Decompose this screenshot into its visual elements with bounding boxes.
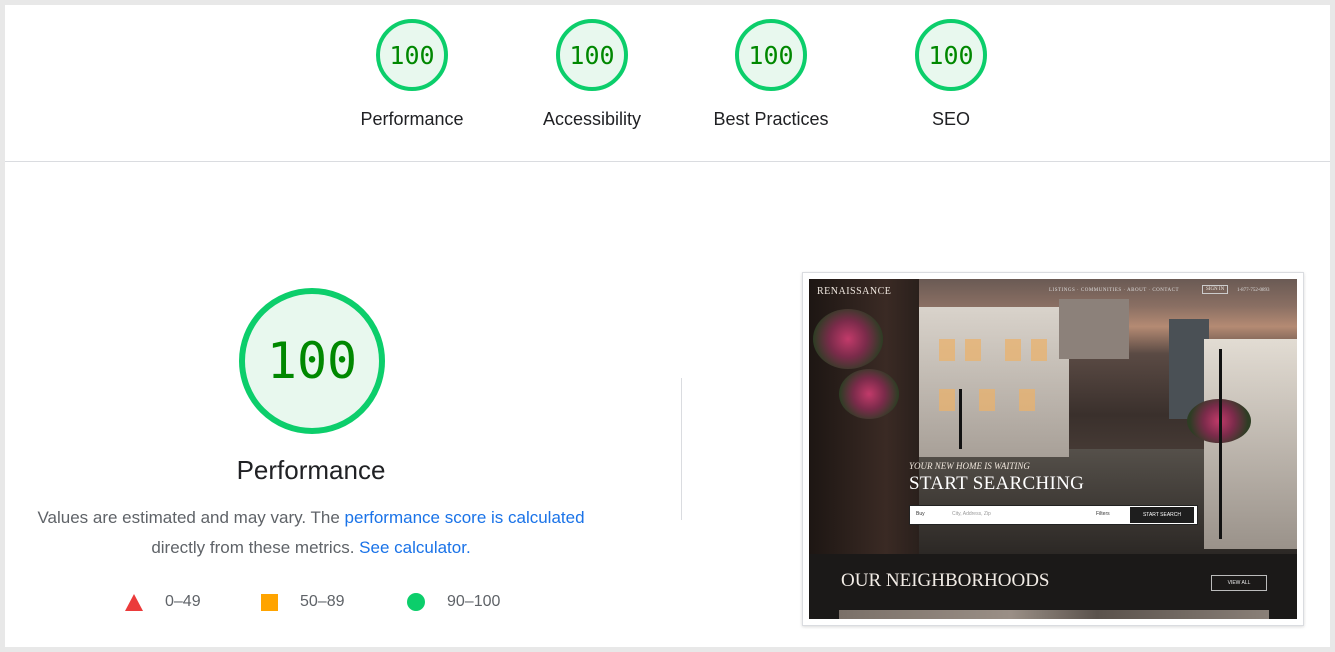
hero-title: START SEARCHING [909,473,1085,494]
legend-range: 90–100 [447,593,501,610]
flower-basket [839,369,899,419]
calculator-link[interactable]: See calculator. [359,538,471,557]
legend-range: 0–49 [165,593,201,610]
gauge-seo[interactable]: 100 SEO [871,19,1031,130]
screenshot-image: RENAISSANCE LISTINGS · COMMUNITIES · ABO… [809,279,1297,619]
gauge-label: Accessibility [542,109,642,129]
performance-gauge: 100 [239,288,385,434]
gauge-best-practices[interactable]: 100 Best Practices [691,19,851,130]
street-lamp [1219,349,1222,539]
gauge-accessibility[interactable]: 100 Accessibility [512,19,672,130]
neighborhood-thumbnails [839,610,1269,619]
building [1059,299,1129,359]
window [965,339,981,361]
legend-range: 50–89 [300,593,345,610]
desc-text: Values are estimated and may vary. The [37,508,345,527]
divider [681,378,682,520]
search-type: Buy [916,511,925,517]
score-ring: 100 [376,19,448,91]
triangle-icon [125,593,143,611]
filters-label: Filters [1096,511,1110,517]
site-header: RENAISSANCE LISTINGS · COMMUNITIES · ABO… [809,279,1297,305]
legend-fail: 0–49 [125,593,201,611]
performance-score: 100 [266,332,358,390]
hero-tagline: YOUR NEW HOME IS WAITING [909,461,1030,471]
gauge-label: Performance [360,109,464,129]
window [979,389,995,411]
final-screenshot[interactable]: RENAISSANCE LISTINGS · COMMUNITIES · ABO… [802,272,1304,626]
score-ring: 100 [735,19,807,91]
section-title: OUR NEIGHBORHOODS [841,570,1050,591]
score-calculated-link[interactable]: performance score is calculated [345,508,585,527]
legend-pass: 90–100 [407,593,500,611]
performance-description: Values are estimated and may vary. The p… [5,503,617,563]
gauge-label: SEO [931,109,970,129]
street-lamp [959,389,962,449]
desc-text: directly from these metrics. [151,538,360,557]
site-logo: RENAISSANCE [817,286,892,297]
site-search-bar: Buy City, Address, Zip Filters START SEA… [909,505,1198,525]
window [939,339,955,361]
building [919,307,1069,457]
sign-in-button: SIGN IN [1202,285,1229,294]
score-value: 100 [748,40,794,70]
score-summary: 100 Performance 100 Accessibility 100 Be… [5,5,1330,162]
lighthouse-report: 100 Performance 100 Accessibility 100 Be… [5,5,1330,647]
score-value: 100 [928,40,974,70]
window [939,389,955,411]
search-placeholder: City, Address, Zip [952,511,991,517]
flower-basket [813,309,883,369]
performance-title: Performance [236,455,386,485]
building [1204,339,1297,549]
score-value: 100 [389,40,435,70]
gauge-label: Best Practices [713,109,829,129]
gauge-performance[interactable]: 100 Performance [332,19,492,130]
neighborhoods-section: OUR NEIGHBORHOODS VIEW ALL [809,554,1297,619]
window [1019,389,1035,411]
score-value: 100 [569,40,615,70]
window [1005,339,1021,361]
start-search-button: START SEARCH [1130,507,1194,523]
site-nav: LISTINGS · COMMUNITIES · ABOUT · CONTACT [1049,288,1180,293]
legend-average: 50–89 [261,593,345,611]
square-icon [261,593,278,611]
score-ring: 100 [556,19,628,91]
score-ring: 100 [915,19,987,91]
view-all-button: VIEW ALL [1211,575,1267,591]
window [1031,339,1047,361]
phone-number: 1-877-752-0893 [1237,288,1270,293]
circle-icon [407,593,425,611]
